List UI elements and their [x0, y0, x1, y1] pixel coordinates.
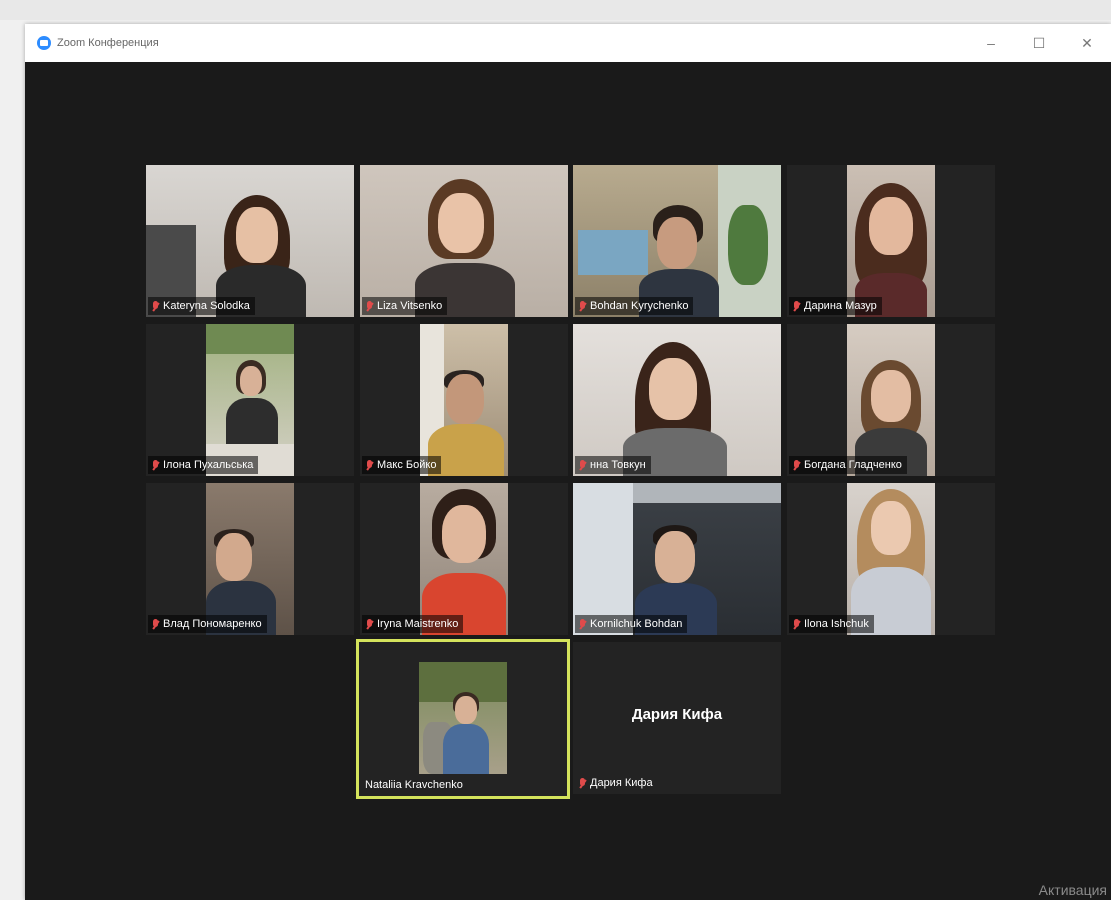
muted-mic-icon	[579, 459, 586, 471]
muted-mic-icon	[793, 618, 800, 630]
muted-mic-icon	[793, 459, 800, 471]
participant-name: Ілона Пухальська	[163, 459, 254, 471]
participant-name: Влад Пономаренко	[163, 618, 262, 630]
participant-tile[interactable]: Дария Кифа Дария Кифа	[573, 642, 781, 794]
participant-name: Kornilchuk Bohdan	[590, 618, 683, 630]
participant-tile[interactable]: Макс Бойко	[360, 324, 568, 476]
participant-name: Дария Кифа	[590, 777, 653, 789]
participant-name: нна Товкун	[590, 459, 646, 471]
participant-display-name: Дария Кифа	[631, 706, 723, 723]
participant-tile[interactable]: Kornilchuk Bohdan	[573, 483, 781, 635]
participant-tile[interactable]: Kateryna Solodka	[146, 165, 354, 317]
muted-mic-icon	[366, 618, 373, 630]
participant-name: Ilona Ishchuk	[804, 618, 869, 630]
minimize-button[interactable]: –	[967, 24, 1015, 62]
title-bar: Zoom Конференция – ☐ ✕	[25, 24, 1111, 62]
muted-mic-icon	[793, 300, 800, 312]
participant-tile[interactable]: Дарина Мазур	[787, 165, 995, 317]
participant-tile[interactable]: нна Товкун	[573, 324, 781, 476]
muted-mic-icon	[579, 618, 586, 630]
activation-watermark: Активация	[1038, 882, 1107, 898]
participant-tile[interactable]: Liza Vitsenko	[360, 165, 568, 317]
participant-tile[interactable]: Богдана Гладченко	[787, 324, 995, 476]
participant-name: Богдана Гладченко	[804, 459, 902, 471]
muted-mic-icon	[579, 300, 586, 312]
participant-name: Nataliia Kravchenko	[365, 779, 463, 791]
participant-name: Liza Vitsenko	[377, 300, 443, 312]
participant-tile[interactable]: Влад Пономаренко	[146, 483, 354, 635]
close-button[interactable]: ✕	[1063, 24, 1111, 62]
participant-tile[interactable]: Bohdan Kyrychenko	[573, 165, 781, 317]
maximize-button[interactable]: ☐	[1015, 24, 1063, 62]
participant-name: Iryna Maistrenko	[377, 618, 459, 630]
muted-mic-icon	[152, 300, 159, 312]
zoom-window: Zoom Конференция – ☐ ✕ Kateryna Solodka	[25, 24, 1111, 900]
muted-mic-icon	[152, 618, 159, 630]
participant-name: Kateryna Solodka	[163, 300, 250, 312]
participant-name: Bohdan Kyrychenko	[590, 300, 689, 312]
active-speaker-tile[interactable]: Nataliia Kravchenko	[356, 639, 570, 799]
browser-top-strip	[0, 0, 1111, 20]
participant-tile[interactable]: Iryna Maistrenko	[360, 483, 568, 635]
participant-name: Макс Бойко	[377, 459, 437, 471]
window-title: Zoom Конференция	[57, 37, 159, 49]
participant-tile[interactable]: Ilona Ishchuk	[787, 483, 995, 635]
muted-mic-icon	[366, 300, 373, 312]
participant-tile[interactable]: Ілона Пухальська	[146, 324, 354, 476]
participant-name: Дарина Мазур	[804, 300, 877, 312]
gallery-view: Kateryna Solodka Liza Vitsenko Bohdan Ky…	[25, 62, 1111, 900]
muted-mic-icon	[366, 459, 373, 471]
muted-mic-icon	[579, 777, 586, 789]
zoom-app-icon	[37, 36, 51, 50]
muted-mic-icon	[152, 459, 159, 471]
